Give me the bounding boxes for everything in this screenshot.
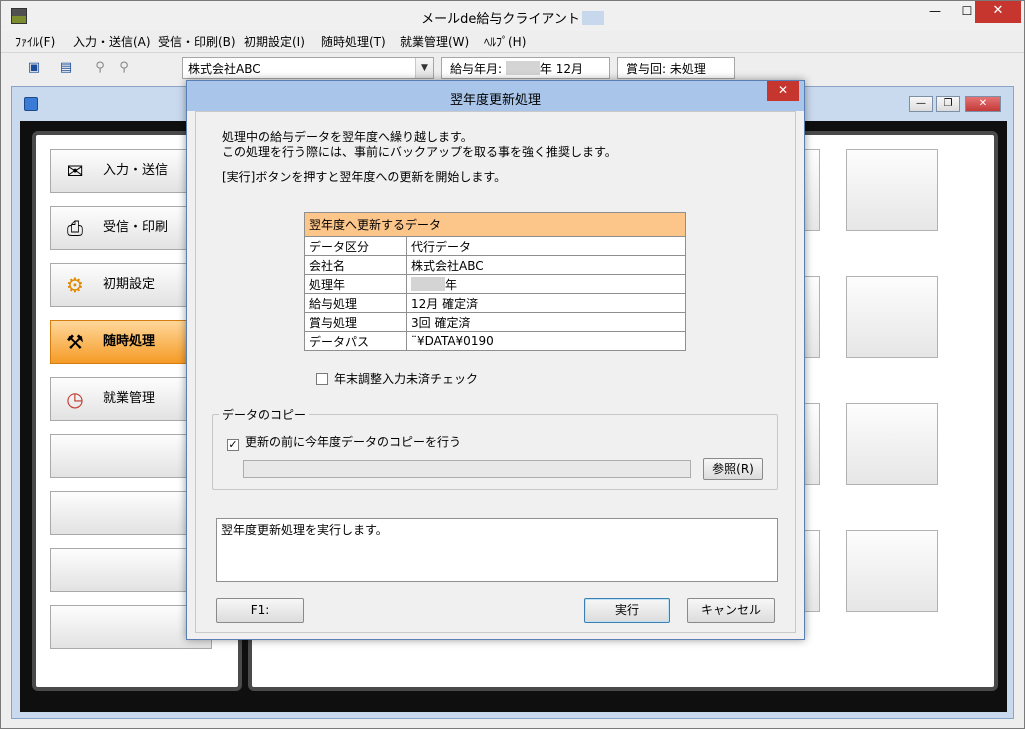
table-cell-value: 年 [445,277,458,292]
dialog-title: 翌年度更新処理 [449,93,541,108]
sidebar-item-label: 入力・送信 [103,163,169,178]
table-row: 賞与処理 3回 確定済 [304,312,686,332]
menu-receive-print[interactable]: 受信・印刷(B) [158,33,236,50]
title-bar: メールde給与クライアント — ☐ ✕ [1,1,1024,31]
document-icon [24,97,38,111]
salary-month-value: 年 12月 [539,62,583,76]
table-row: 処理年 年 [304,274,686,294]
toolbar: ▣ ▤ ⚲ ⚲ 株式会社ABC ▼ 給与年月: 年 12月 賞与回: 未処理 [1,52,1024,82]
sidebar-item-label: 就業管理 [103,391,156,406]
f1-button[interactable]: F1: [216,598,304,623]
table-cell-key: 給与処理 [304,293,407,313]
table-cell-value: ¨¥DATA¥0190 [406,331,686,351]
mdi-restore-button[interactable]: ❐ [936,96,960,112]
sidebar-item-label: 受信・印刷 [103,220,169,235]
table-row: データ区分 代行データ [304,236,686,256]
browse-button[interactable]: 参照(R) [703,458,763,480]
copy-path-field[interactable] [243,460,691,478]
redacted-block [411,276,445,291]
table-row: データパス ¨¥DATA¥0190 [304,331,686,351]
minimize-icon: — [929,4,941,18]
menu-file[interactable]: ﾌｧｲﾙ(F) [15,33,55,50]
year-update-dialog: 翌年度更新処理 ✕ 処理中の給与データを翌年度へ繰り越します。 この処理を行う際… [186,80,805,640]
table-cell-value: 12月 確定済 [406,293,686,313]
company-select-value: 株式会社ABC [188,62,261,76]
table-cell-value: 株式会社ABC [406,255,686,275]
close-button[interactable]: ✕ [975,1,1021,23]
table-row: 会社名 株式会社ABC [304,255,686,275]
cancel-button[interactable]: キャンセル [687,598,775,623]
table-cell-value: 代行データ [406,236,686,256]
update-data-table: 翌年度へ更新するデータ データ区分 代行データ 会社名 株式会社ABC 処理年 年 給… [304,212,686,351]
table-cell-key: 賞与処理 [304,312,407,332]
company-select[interactable]: 株式会社ABC ▼ [182,57,434,79]
menu-ad-hoc[interactable]: 随時処理(T) [321,33,386,50]
menu-tile[interactable] [846,149,938,231]
copy-checkbox[interactable]: ✓ [227,439,239,451]
save-icon[interactable]: ▣ [25,59,43,76]
menu-tile[interactable] [846,530,938,612]
image-icon[interactable]: ▤ [57,59,75,76]
data-copy-group-label: データのコピー [219,406,310,423]
dialog-close-button[interactable]: ✕ [767,81,799,101]
salary-month-field: 給与年月: 年 12月 [441,57,610,79]
mdi-minimize-button[interactable]: — [909,96,933,112]
dialog-title-bar: 翌年度更新処理 ✕ [187,81,804,111]
close-icon: ✕ [777,83,789,97]
table-cell-value: 3回 確定済 [406,312,686,332]
minimize-button[interactable]: — [919,1,951,23]
year-end-checkbox[interactable] [316,373,328,385]
envelope-icon: ✉ [66,159,84,183]
menu-tile[interactable] [846,403,938,485]
gear-icon: ⚙ [66,273,84,297]
search-icon-2[interactable]: ⚲ [115,59,133,76]
year-end-check-label: 年末調整入力未済チェック [334,372,479,386]
sidebar-item-label: 初期設定 [103,277,156,292]
mdi-close-button[interactable]: ✕ [965,96,1001,112]
status-message-box: 翌年度更新処理を実行します。 [216,518,778,582]
bonus-count-label: 賞与回: [626,62,667,76]
maximize-icon: ☐ [961,4,973,18]
menu-help[interactable]: ﾍﾙﾌﾟ(H) [484,33,526,50]
table-header: 翌年度へ更新するデータ [304,212,686,237]
table-cell-key: 処理年 [304,274,407,294]
menu-tile[interactable] [846,276,938,358]
sidebar-item-label: 随時処理 [103,334,156,349]
message-line: [実行]ボタンを押すと翌年度への更新を開始します。 [222,170,507,184]
salary-month-label: 給与年月: [450,62,503,76]
table-cell-key: 会社名 [304,255,407,275]
data-copy-group: データのコピー ✓ 更新の前に今年度データのコピーを行う 参照(R) [212,406,778,490]
bonus-count-value: 未処理 [669,62,706,76]
bonus-count-field: 賞与回: 未処理 [617,57,735,79]
menu-attendance[interactable]: 就業管理(W) [400,33,469,50]
run-button[interactable]: 実行 [584,598,670,623]
copy-before-update-check[interactable]: ✓ 更新の前に今年度データのコピーを行う [227,433,461,451]
clock-icon: ◷ [66,387,84,411]
close-icon: ✕ [992,3,1004,18]
printer-icon: ⎙ [67,216,83,240]
table-row: 給与処理 12月 確定済 [304,293,686,313]
copy-check-label: 更新の前に今年度データのコピーを行う [245,435,462,449]
redacted-block [505,61,540,75]
year-end-check[interactable]: 年末調整入力未済チェック [316,370,478,387]
table-cell-key: データパス [304,331,407,351]
window-title: メールde給与クライアント [421,12,580,27]
chevron-down-icon[interactable]: ▼ [415,58,433,78]
menu-input-send[interactable]: 入力・送信(A) [73,33,151,50]
menu-bar: ﾌｧｲﾙ(F) 入力・送信(A) 受信・印刷(B) 初期設定(I) 随時処理(T… [1,31,1024,51]
search-icon[interactable]: ⚲ [91,59,109,76]
table-cell-key: データ区分 [304,236,407,256]
menu-initial-settings[interactable]: 初期設定(I) [244,33,305,50]
redacted-block [581,11,604,25]
dialog-body: 処理中の給与データを翌年度へ繰り越します。 この処理を行う際には、事前にバックア… [195,111,796,633]
tools-icon: ⚒ [66,330,84,354]
message-line: この処理を行う際には、事前にバックアップを取る事を強く推奨します。 [222,145,617,159]
